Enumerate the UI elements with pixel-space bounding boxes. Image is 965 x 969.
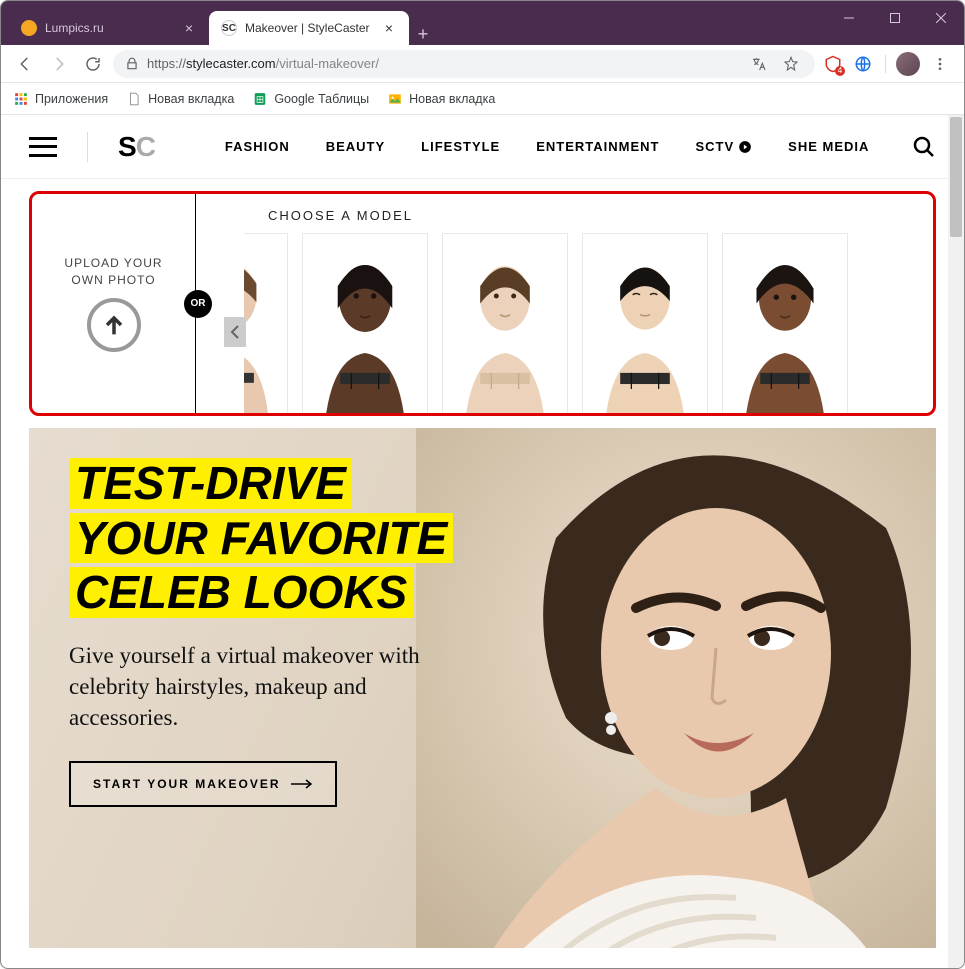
apps-icon bbox=[13, 91, 29, 107]
hero-title-line: YOUR FAVORITE bbox=[69, 513, 453, 564]
new-tab-button[interactable]: + bbox=[409, 24, 437, 45]
bookmark-sheets[interactable]: Google Таблицы bbox=[252, 91, 369, 107]
nav-fashion[interactable]: FASHION bbox=[225, 139, 290, 154]
url-path: /virtual-makeover/ bbox=[276, 56, 379, 71]
url-field[interactable]: https://stylecaster.com/virtual-makeover… bbox=[113, 50, 815, 78]
nav-entertainment[interactable]: ENTERTAINMENT bbox=[536, 139, 659, 154]
bookmark-label: Новая вкладка bbox=[409, 92, 495, 106]
model-picker-panel: UPLOAD YOUR OWN PHOTO OR CHOOSE A MODEL bbox=[29, 191, 936, 416]
nav-lifestyle[interactable]: LIFESTYLE bbox=[421, 139, 500, 154]
titlebar: Lumpics.ru × SC Makeover | StyleCaster ×… bbox=[1, 1, 964, 45]
search-button[interactable] bbox=[912, 135, 936, 159]
search-icon bbox=[912, 135, 936, 159]
play-icon bbox=[738, 140, 752, 154]
bookmark-label: Приложения bbox=[35, 92, 108, 106]
model-card[interactable] bbox=[722, 233, 848, 413]
hero-banner: TEST-DRIVE YOUR FAVORITE CELEB LOOKS Giv… bbox=[29, 428, 936, 948]
site-header: SC FASHION BEAUTY LIFESTYLE ENTERTAINMEN… bbox=[1, 115, 964, 179]
hero-text: TEST-DRIVE YOUR FAVORITE CELEB LOOKS Giv… bbox=[69, 458, 453, 807]
start-makeover-button[interactable]: START YOUR MAKEOVER bbox=[69, 761, 337, 807]
close-icon[interactable]: × bbox=[181, 20, 197, 36]
window-controls bbox=[826, 1, 964, 45]
bookmark-newtab-2[interactable]: Новая вкладка bbox=[387, 91, 495, 107]
favicon-stylecaster-icon: SC bbox=[221, 20, 237, 36]
browser-window: Lumpics.ru × SC Makeover | StyleCaster ×… bbox=[0, 0, 965, 969]
logo-part-1: S bbox=[118, 131, 136, 163]
tab-label: Makeover | StyleCaster bbox=[245, 21, 373, 35]
bookmark-apps[interactable]: Приложения bbox=[13, 91, 108, 107]
hero-title: TEST-DRIVE YOUR FAVORITE CELEB LOOKS bbox=[69, 458, 453, 622]
url-host: stylecaster.com bbox=[186, 56, 276, 71]
sheets-icon bbox=[252, 91, 268, 107]
extension-globe-icon[interactable] bbox=[851, 52, 875, 76]
tab-label: Lumpics.ru bbox=[45, 21, 173, 35]
menu-button[interactable] bbox=[926, 50, 954, 78]
star-icon[interactable] bbox=[779, 52, 803, 76]
primary-nav: FASHION BEAUTY LIFESTYLE ENTERTAINMENT S… bbox=[225, 139, 882, 154]
page-content: SC FASHION BEAUTY LIFESTYLE ENTERTAINMEN… bbox=[1, 115, 964, 969]
translate-icon[interactable] bbox=[747, 52, 771, 76]
hero-photo bbox=[416, 428, 936, 948]
model-row bbox=[244, 233, 915, 413]
back-button[interactable] bbox=[11, 50, 39, 78]
gallery-prev-button[interactable] bbox=[224, 317, 246, 347]
extension-adblock-icon[interactable] bbox=[821, 52, 845, 76]
upload-button[interactable] bbox=[87, 298, 141, 352]
scrollbar-thumb[interactable] bbox=[950, 117, 962, 237]
upload-arrow-icon bbox=[100, 311, 128, 339]
bookmark-label: Google Таблицы bbox=[274, 92, 369, 106]
nav-beauty[interactable]: BEAUTY bbox=[326, 139, 385, 154]
bookmark-newtab-1[interactable]: Новая вкладка bbox=[126, 91, 234, 107]
favicon-lumpics-icon bbox=[21, 20, 37, 36]
model-gallery: CHOOSE A MODEL bbox=[196, 194, 933, 413]
choose-model-title: CHOOSE A MODEL bbox=[268, 208, 915, 223]
url-text: https://stylecaster.com/virtual-makeover… bbox=[147, 56, 739, 71]
tab-stylecaster[interactable]: SC Makeover | StyleCaster × bbox=[209, 11, 409, 45]
model-card[interactable] bbox=[582, 233, 708, 413]
tab-lumpics[interactable]: Lumpics.ru × bbox=[9, 11, 209, 45]
arrow-right-icon bbox=[291, 779, 313, 789]
model-card[interactable] bbox=[244, 233, 288, 413]
profile-avatar[interactable] bbox=[896, 52, 920, 76]
hero-title-line: TEST-DRIVE bbox=[69, 458, 352, 509]
bookmarks-bar: Приложения Новая вкладка Google Таблицы … bbox=[1, 83, 964, 115]
upload-label: UPLOAD YOUR OWN PHOTO bbox=[64, 255, 162, 289]
separator bbox=[885, 55, 886, 73]
hero-title-line: CELEB LOOKS bbox=[69, 567, 413, 618]
lock-icon bbox=[125, 57, 139, 71]
address-bar: https://stylecaster.com/virtual-makeover… bbox=[1, 45, 964, 83]
minimize-button[interactable] bbox=[826, 1, 872, 35]
tab-strip: Lumpics.ru × SC Makeover | StyleCaster ×… bbox=[1, 1, 826, 45]
nav-sctv[interactable]: SCTV bbox=[696, 139, 753, 154]
bookmark-label: Новая вкладка bbox=[148, 92, 234, 106]
model-card[interactable] bbox=[442, 233, 568, 413]
logo-part-2: C bbox=[136, 131, 155, 163]
doc-icon bbox=[126, 91, 142, 107]
nav-shemedia[interactable]: SHE MEDIA bbox=[788, 139, 869, 154]
forward-button[interactable] bbox=[45, 50, 73, 78]
hero-subtitle: Give yourself a virtual makeover with ce… bbox=[69, 640, 449, 733]
reload-button[interactable] bbox=[79, 50, 107, 78]
hamburger-menu[interactable] bbox=[29, 137, 57, 157]
site-logo[interactable]: SC bbox=[118, 131, 155, 163]
separator bbox=[87, 132, 88, 162]
image-icon bbox=[387, 91, 403, 107]
model-card[interactable] bbox=[302, 233, 428, 413]
scrollbar-track[interactable] bbox=[948, 115, 964, 969]
upload-photo-area: UPLOAD YOUR OWN PHOTO bbox=[32, 194, 196, 413]
close-button[interactable] bbox=[918, 1, 964, 35]
chevron-left-icon bbox=[230, 325, 240, 339]
url-scheme: https:// bbox=[147, 56, 186, 71]
maximize-button[interactable] bbox=[872, 1, 918, 35]
close-icon[interactable]: × bbox=[381, 20, 397, 36]
cta-label: START YOUR MAKEOVER bbox=[93, 777, 281, 791]
